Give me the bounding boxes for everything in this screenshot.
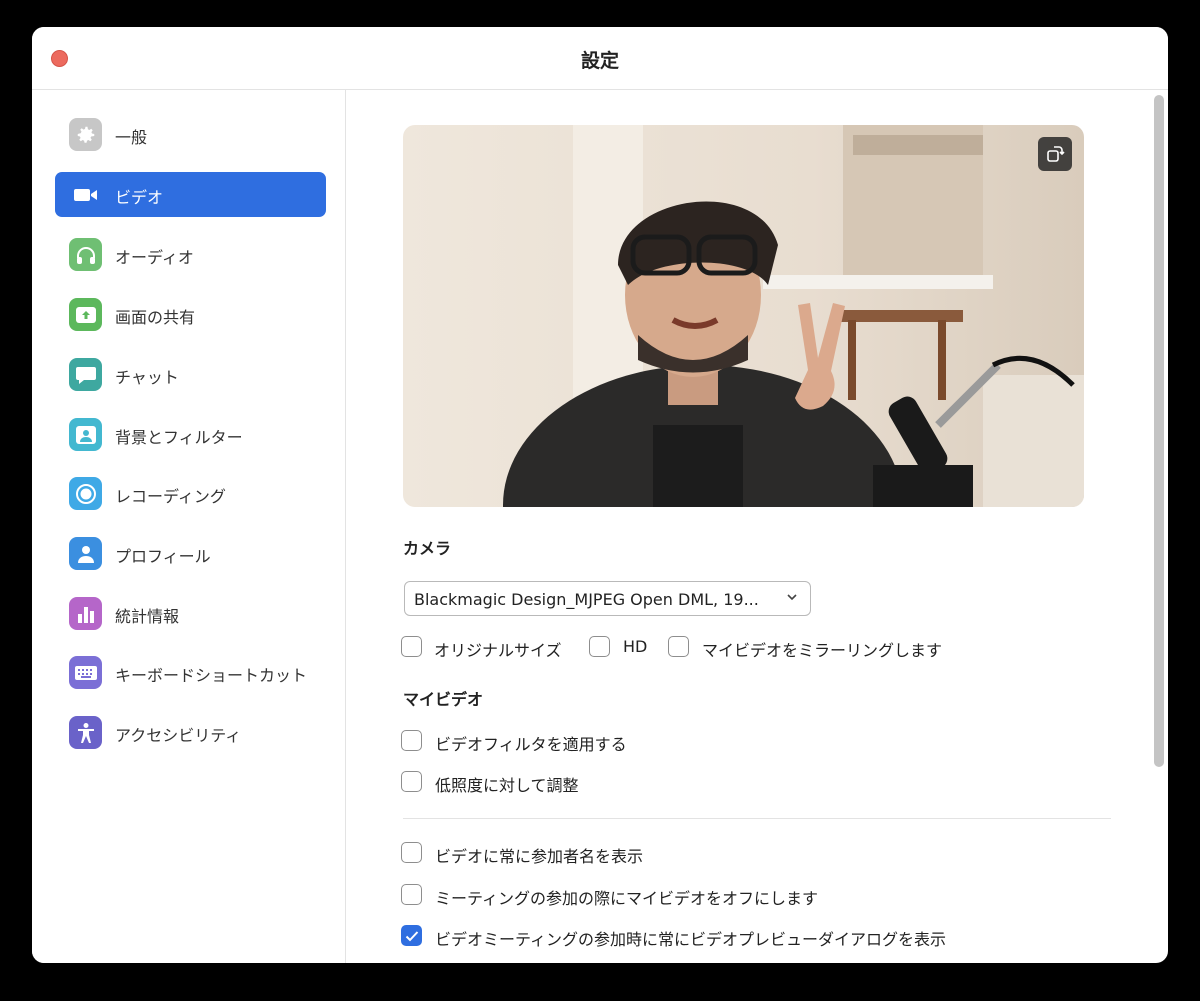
scrollbar[interactable] (1154, 95, 1164, 767)
original-size-checkbox[interactable] (401, 636, 422, 657)
sidebar-item-label: オーディオ (115, 248, 194, 267)
checkmark-icon (405, 930, 418, 941)
sidebar-item-label: 統計情報 (115, 607, 180, 626)
keyboard-icon (69, 656, 102, 689)
always-show-names-checkbox[interactable] (401, 842, 422, 863)
original-size-label: オリジナルサイズ (434, 641, 562, 660)
sidebar-item-accessibility[interactable]: アクセシビリティ (55, 710, 326, 755)
apply-video-filter-label: ビデオフィルタを適用する (435, 735, 627, 754)
apply-video-filter-checkbox[interactable] (401, 730, 422, 751)
rotate-icon (1047, 146, 1065, 162)
hd-label: HD (623, 637, 648, 656)
sidebar-item-recording[interactable]: レコーディング (55, 471, 326, 516)
chevron-down-icon (787, 594, 797, 601)
sidebar-item-label: ビデオ (115, 188, 164, 207)
always-show-names-label: ビデオに常に参加者名を表示 (435, 847, 644, 866)
sidebar-item-audio[interactable]: オーディオ (55, 232, 326, 277)
sidebar-item-label: レコーディング (115, 487, 226, 506)
background-person-icon (69, 418, 102, 451)
my-video-section-label: マイビデオ (403, 690, 484, 709)
sidebar: 一般 ビデオ オーディオ 画面の共有 チャット 背景とフィルター レコーディング… (32, 90, 346, 963)
video-camera-icon (69, 178, 102, 211)
low-light-adjust-checkbox[interactable] (401, 771, 422, 792)
low-light-adjust-label: 低照度に対して調整 (435, 776, 579, 795)
sidebar-item-share-screen[interactable]: 画面の共有 (55, 292, 326, 337)
sidebar-item-label: 画面の共有 (115, 308, 196, 327)
settings-window: 設定 一般 ビデオ オーディオ 画面の共有 チャット 背景とフィルター レコーデ… (32, 27, 1168, 963)
turn-off-video-on-join-checkbox[interactable] (401, 884, 422, 905)
accessibility-icon (69, 716, 102, 749)
show-video-preview-checkbox[interactable] (401, 925, 422, 946)
sidebar-item-label: 一般 (115, 128, 148, 147)
gear-icon (69, 118, 102, 151)
sidebar-item-label: プロフィール (115, 547, 211, 566)
section-divider (403, 818, 1111, 819)
headphones-icon (69, 238, 102, 271)
chat-bubble-icon (69, 358, 102, 391)
camera-section-label: カメラ (403, 539, 452, 558)
sidebar-item-keyboard-shortcuts[interactable]: キーボードショートカット (55, 650, 326, 695)
profile-icon (69, 537, 102, 570)
camera-preview-image (403, 125, 1084, 507)
record-icon (69, 477, 102, 510)
show-video-preview-label: ビデオミーティングの参加時に常にビデオプレビューダイアログを表示 (435, 930, 947, 949)
sidebar-item-label: チャット (115, 368, 179, 387)
sidebar-item-profile[interactable]: プロフィール (55, 531, 326, 576)
sidebar-item-label: 背景とフィルター (115, 428, 243, 447)
sidebar-item-video[interactable]: ビデオ (55, 172, 326, 217)
share-screen-icon (69, 298, 102, 331)
mirror-video-checkbox[interactable] (668, 636, 689, 657)
camera-select-value: Blackmagic Design_MJPEG Open DML, 19... (414, 590, 759, 609)
hd-checkbox[interactable] (589, 636, 610, 657)
sidebar-item-background-filters[interactable]: 背景とフィルター (55, 412, 326, 457)
sidebar-item-statistics[interactable]: 統計情報 (55, 591, 326, 636)
camera-select[interactable]: Blackmagic Design_MJPEG Open DML, 19... (404, 581, 811, 616)
mirror-video-label: マイビデオをミラーリングします (702, 641, 943, 660)
window-title: 設定 (580, 50, 619, 72)
sidebar-item-general[interactable]: 一般 (55, 112, 326, 157)
video-settings-panel: カメラ Blackmagic Design_MJPEG Open DML, 19… (346, 90, 1152, 963)
turn-off-video-on-join-label: ミーティングの参加の際にマイビデオをオフにします (435, 889, 819, 908)
rotate-camera-button[interactable] (1038, 137, 1072, 171)
camera-preview (403, 125, 1084, 507)
title-bar: 設定 (32, 27, 1168, 90)
sidebar-item-label: アクセシビリティ (115, 726, 242, 745)
statistics-icon (69, 597, 102, 630)
sidebar-item-label: キーボードショートカット (115, 666, 308, 685)
sidebar-item-chat[interactable]: チャット (55, 352, 326, 397)
